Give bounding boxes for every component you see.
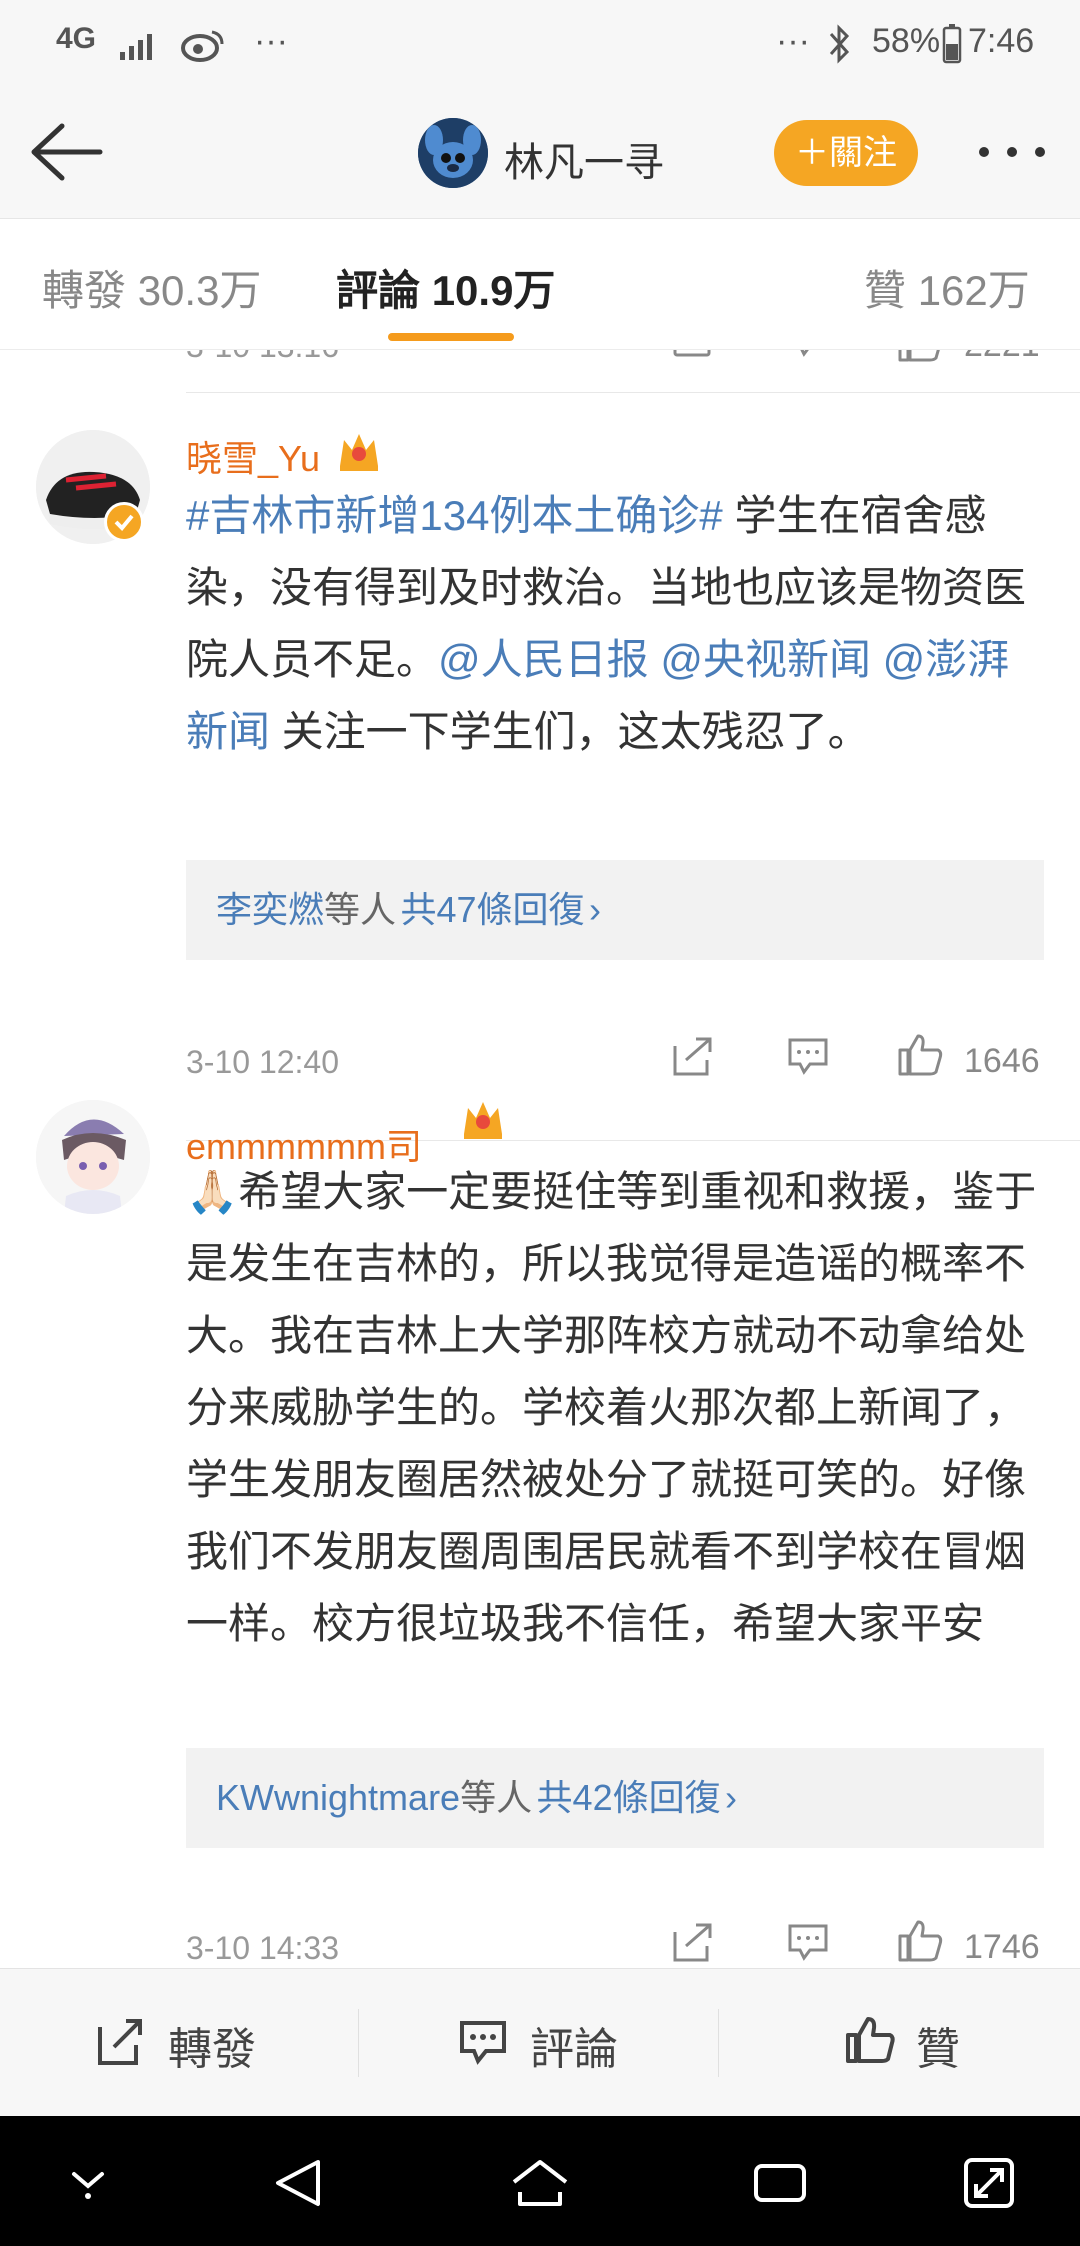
vip-crown-icon <box>464 1102 502 1139</box>
commenter-avatar[interactable] <box>36 1100 150 1214</box>
tab-repost-count: 30.3万 <box>137 267 262 314</box>
comment-time: 3-10 12:40 <box>186 1044 340 1080</box>
separator <box>718 2009 719 2077</box>
replies-count[interactable]: 共47條回復 <box>400 889 584 930</box>
tab-comments-count: 10.9万 <box>431 267 556 314</box>
separator <box>358 2009 359 2077</box>
share-icon[interactable] <box>672 1922 714 1964</box>
comment-icon <box>460 2021 506 2065</box>
tab-likes-label: 贊 <box>864 267 907 314</box>
reply-icon[interactable] <box>786 1036 830 1078</box>
hashtag-link[interactable]: #吉林市新增134例本土确诊# <box>186 492 723 539</box>
home-icon[interactable] <box>510 2156 570 2210</box>
mention-link[interactable]: @央视新闻 <box>660 636 871 683</box>
tab-repost[interactable]: 轉發 30.3万 <box>42 257 261 318</box>
status-more-right: ··· <box>776 22 810 60</box>
comment-text: 🙏🏻希望大家一定要挺住等到重视和救援，鉴于是发生在吉林的，所以我觉得是造谣的概率… <box>186 1168 1037 1647</box>
bottom-action-bar: 轉發 評論 贊 <box>0 1968 1080 2116</box>
partial-comment-actions: 3-10 13:16 2221 <box>0 350 1080 368</box>
back-icon[interactable] <box>272 2156 326 2210</box>
comment-text: #吉林市新增134例本土确诊# 学生在宿舍感染，没有得到及时救治。当地也应该是物… <box>186 480 1046 768</box>
like-label: 贊 <box>916 2025 960 2074</box>
comment-username[interactable]: 晓雪_Yu <box>186 430 320 482</box>
comment-text-space <box>649 636 661 683</box>
back-arrow-icon[interactable] <box>28 120 104 184</box>
active-tab-indicator <box>388 333 514 341</box>
comment-list[interactable]: 3-10 13:16 2221 晓雪_Yu #吉林市新增134例本土确诊# 学生… <box>0 350 1080 1968</box>
like-icon[interactable] <box>896 350 944 362</box>
status-bar: 4G ··· ··· 58% 7:46 <box>0 0 1080 90</box>
replies-suffix: 等人 <box>460 1777 533 1818</box>
recent-apps-icon[interactable] <box>752 2160 808 2206</box>
replies-count[interactable]: 共42條回復 <box>537 1777 721 1818</box>
tab-comments-label: 評論 <box>336 267 421 314</box>
comment-button[interactable]: 評論 <box>458 2005 658 2081</box>
comment-text-space <box>871 636 883 683</box>
chevron-right-icon: › <box>588 889 601 930</box>
replies-preview[interactable]: KWwnightmare等人 共42條回復 › <box>186 1748 1044 1848</box>
repost-button[interactable]: 轉發 <box>96 2005 296 2081</box>
tab-likes-count: 162万 <box>917 267 1030 314</box>
share-icon[interactable] <box>672 1036 714 1078</box>
like-button[interactable]: 贊 <box>844 2005 1044 2081</box>
replies-user[interactable]: KWwnightmare <box>216 1777 460 1818</box>
like-count: 2221 <box>964 350 1040 365</box>
battery-percent: 58% <box>872 22 941 60</box>
weibo-icon <box>181 30 224 62</box>
comment-time: 3-10 14:33 <box>186 1930 340 1966</box>
repost-label: 轉發 <box>168 2025 256 2074</box>
comment-divider <box>186 392 1080 393</box>
follow-button[interactable]: ＋關注 <box>774 120 918 186</box>
clock: 7:46 <box>968 22 1035 60</box>
verified-badge-icon <box>104 502 144 542</box>
top-nav: 林凡一寻 ＋關注 <box>0 90 1080 218</box>
expand-icon[interactable] <box>962 2156 1016 2210</box>
chevron-right-icon: › <box>725 1777 738 1818</box>
like-icon[interactable] <box>896 1032 944 1078</box>
bluetooth-icon <box>829 24 850 64</box>
like-icon <box>846 2017 895 2063</box>
battery-icon <box>942 24 962 64</box>
comment-text-part: 关注一下学生们，这太残忍了。 <box>270 708 870 755</box>
hide-keyboard-icon[interactable] <box>66 2162 110 2202</box>
comment-time: 3-10 13:16 <box>186 350 339 365</box>
system-navigation-bar <box>0 2116 1080 2246</box>
reply-icon[interactable] <box>786 1922 830 1964</box>
like-count: 1646 <box>964 1042 1040 1080</box>
share-icon[interactable] <box>672 350 714 360</box>
replies-preview[interactable]: 李奕燃等人 共47條回復 › <box>186 860 1044 960</box>
tab-repost-label: 轉發 <box>42 267 127 314</box>
author-avatar[interactable] <box>418 118 488 188</box>
status-more-left: ··· <box>254 22 288 60</box>
tabs-bar: 轉發 30.3万 評論 10.9万 贊 162万 <box>0 218 1080 350</box>
author-name[interactable]: 林凡一寻 <box>504 130 664 188</box>
like-icon[interactable] <box>896 1918 944 1964</box>
comment-label: 評論 <box>530 2025 618 2074</box>
repost-icon <box>98 2019 142 2065</box>
replies-suffix: 等人 <box>324 889 397 930</box>
replies-user[interactable]: 李奕燃 <box>216 889 324 930</box>
like-count: 1746 <box>964 1928 1040 1966</box>
tab-likes[interactable]: 贊 162万 <box>864 257 1030 318</box>
more-options-icon[interactable] <box>976 142 1048 162</box>
vip-crown-icon <box>340 434 378 471</box>
signal-icon <box>120 34 152 60</box>
reply-icon[interactable] <box>786 350 830 360</box>
network-indicator: 4G <box>56 22 97 55</box>
tab-comments[interactable]: 評論 10.9万 <box>336 257 555 318</box>
mention-link[interactable]: @人民日报 <box>438 636 649 683</box>
